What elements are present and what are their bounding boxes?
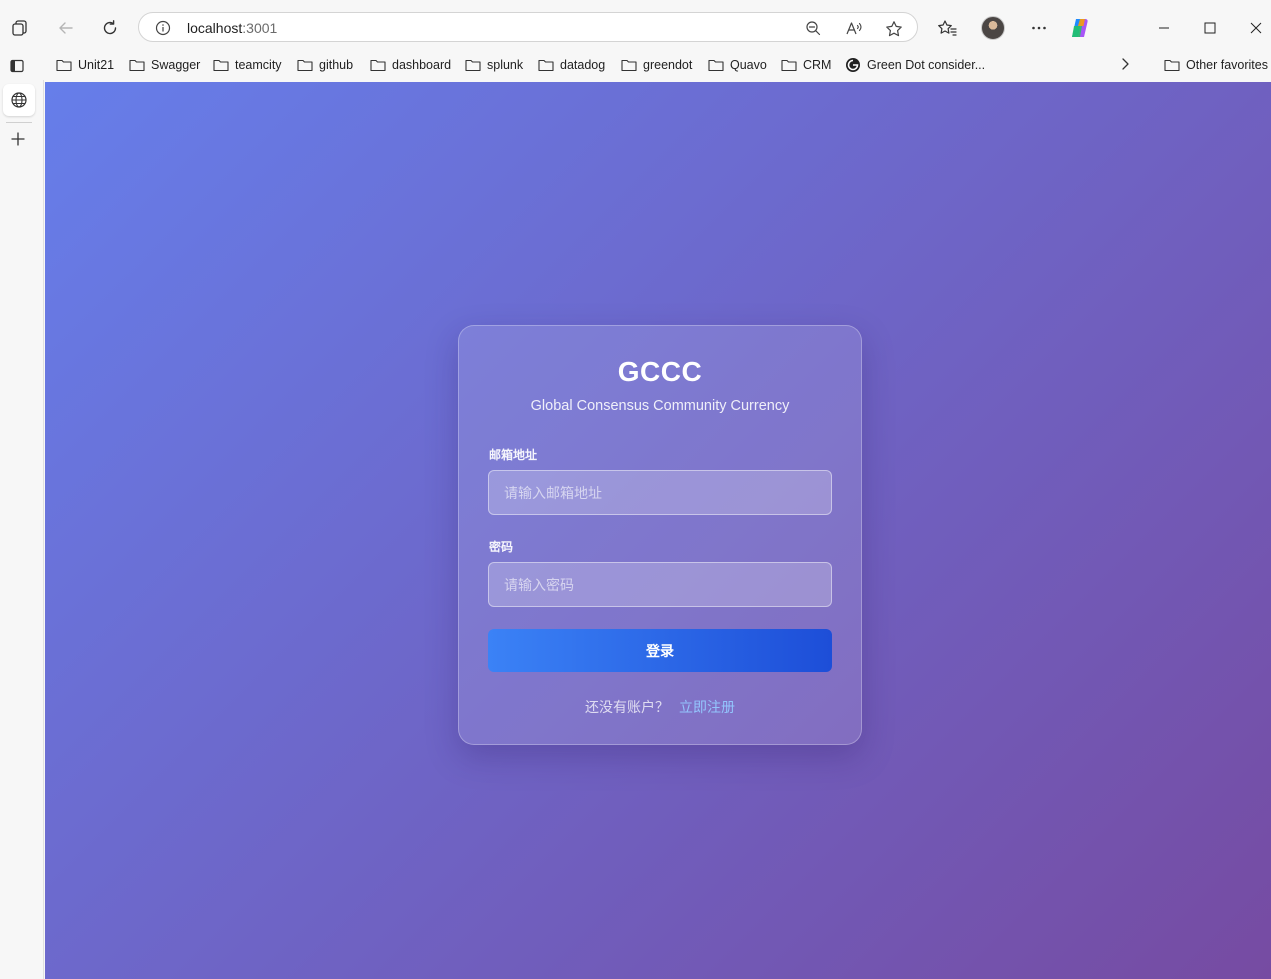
favorites-icon[interactable] bbox=[931, 12, 963, 44]
favorite-label: Swagger bbox=[151, 58, 201, 72]
close-window-icon[interactable] bbox=[1240, 12, 1271, 44]
copilot-icon[interactable] bbox=[1064, 12, 1096, 44]
chevron-right-icon[interactable] bbox=[1118, 57, 1132, 71]
folder-icon bbox=[213, 59, 229, 72]
rail-divider bbox=[6, 122, 32, 123]
favorite-folder-swagger[interactable]: Swagger bbox=[129, 54, 200, 76]
favorite-label: Quavo bbox=[730, 58, 767, 72]
favorite-folder-github[interactable]: github bbox=[297, 54, 353, 76]
favorite-folder-crm[interactable]: CRM bbox=[781, 54, 831, 76]
new-tab-plus-icon[interactable] bbox=[5, 126, 31, 152]
folder-icon bbox=[708, 59, 724, 72]
profile-avatar[interactable] bbox=[981, 16, 1005, 40]
favorite-link-green-dot[interactable]: Green Dot consider... bbox=[845, 54, 985, 76]
zoom-out-icon[interactable] bbox=[805, 20, 821, 36]
folder-icon bbox=[538, 59, 554, 72]
address-bar[interactable]: localhost:3001 bbox=[138, 12, 918, 42]
favorite-folder-datadog[interactable]: datadog bbox=[538, 54, 605, 76]
folder-icon bbox=[370, 59, 386, 72]
folder-icon bbox=[297, 59, 313, 72]
favorite-folder-teamcity[interactable]: teamcity bbox=[213, 54, 282, 76]
app-title: GCCC bbox=[617, 356, 703, 387]
folder-icon bbox=[129, 59, 145, 72]
folder-icon bbox=[1164, 59, 1180, 72]
other-favorites-label: Other favorites bbox=[1186, 58, 1268, 72]
favorite-star-icon[interactable] bbox=[885, 20, 903, 38]
site-logo-icon bbox=[846, 58, 860, 72]
folder-icon bbox=[56, 59, 72, 72]
folder-icon bbox=[465, 59, 481, 72]
login-card: GCCC Global Consensus Community Currency… bbox=[458, 325, 862, 745]
other-favorites-folder[interactable]: Other favorites bbox=[1164, 54, 1268, 76]
favorite-folder-unit21[interactable]: Unit21 bbox=[56, 54, 114, 76]
favorite-label: github bbox=[319, 58, 354, 72]
favorite-folder-dashboard[interactable]: dashboard bbox=[370, 54, 451, 76]
login-button[interactable]: 登录 bbox=[488, 629, 832, 672]
folder-icon bbox=[781, 59, 797, 72]
favorite-folder-quavo[interactable]: Quavo bbox=[708, 54, 767, 76]
favorite-label: dashboard bbox=[392, 58, 452, 72]
favorites-bar: Unit21 Swagger teamcity github dashboard… bbox=[0, 50, 1271, 80]
email-input[interactable] bbox=[488, 470, 832, 515]
favorite-folder-greendot[interactable]: greendot bbox=[621, 54, 692, 76]
no-account-text: 还没有账户？ bbox=[585, 699, 669, 715]
favorite-label: CRM bbox=[803, 58, 832, 72]
email-label: 邮箱地址 bbox=[489, 448, 538, 462]
favorite-label: greendot bbox=[643, 58, 693, 72]
app-subtitle: Global Consensus Community Currency bbox=[530, 398, 790, 414]
favorite-folder-splunk[interactable]: splunk bbox=[465, 54, 523, 76]
maximize-icon[interactable] bbox=[1194, 12, 1226, 44]
favorite-label: Unit21 bbox=[78, 58, 115, 72]
favorite-label: Green Dot consider... bbox=[867, 58, 986, 72]
back-arrow-icon[interactable] bbox=[50, 12, 82, 44]
tab-actions-icon[interactable] bbox=[1, 50, 33, 82]
favorite-label: datadog bbox=[560, 58, 606, 72]
workspaces-icon[interactable] bbox=[4, 12, 36, 44]
password-input[interactable] bbox=[488, 562, 832, 607]
url-text: localhost:3001 bbox=[187, 20, 277, 36]
active-tab-globe-icon[interactable] bbox=[3, 84, 35, 116]
page-background: GCCC Global Consensus Community Currency… bbox=[45, 82, 1271, 979]
register-prompt: 还没有账户？ 立即注册 bbox=[459, 697, 861, 717]
refresh-icon[interactable] bbox=[94, 12, 126, 44]
url-host: localhost bbox=[187, 20, 243, 36]
minimize-icon[interactable] bbox=[1148, 12, 1180, 44]
favorite-label: teamcity bbox=[235, 58, 282, 72]
site-info-icon[interactable] bbox=[155, 20, 171, 36]
favorite-label: splunk bbox=[487, 58, 524, 72]
more-options-icon[interactable] bbox=[1023, 12, 1055, 44]
read-aloud-icon[interactable] bbox=[845, 20, 863, 36]
register-link[interactable]: 立即注册 bbox=[679, 699, 735, 715]
password-label: 密码 bbox=[489, 540, 514, 554]
url-port: :3001 bbox=[242, 20, 278, 36]
browser-toolbar: localhost:3001 bbox=[0, 0, 1271, 56]
folder-icon bbox=[621, 59, 637, 72]
vertical-tab-rail bbox=[0, 80, 44, 979]
